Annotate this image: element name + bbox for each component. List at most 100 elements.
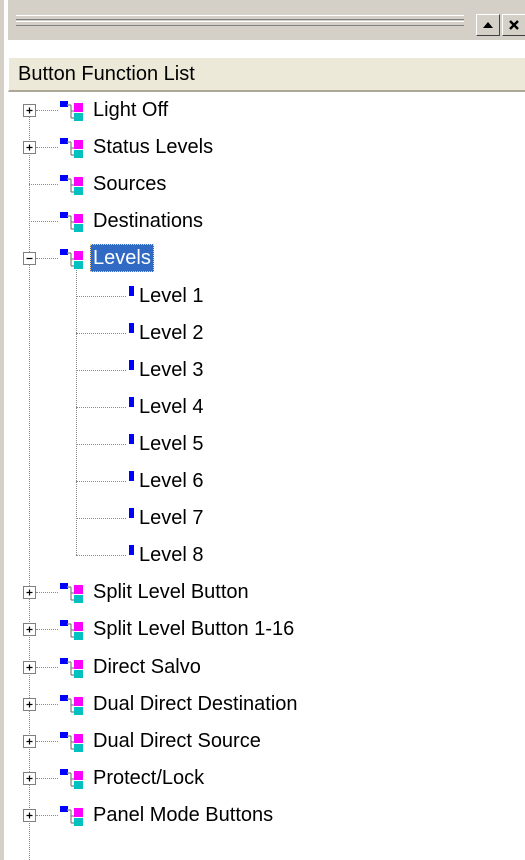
tree-connector (76, 370, 126, 371)
tree-connector (36, 704, 58, 705)
plus-icon (26, 738, 33, 745)
tree-item[interactable]: Panel Mode Buttons (8, 797, 525, 834)
plus-icon (26, 701, 33, 708)
tree-child-item[interactable]: Level 6 (8, 463, 525, 500)
tree-item[interactable]: Sources (8, 166, 525, 203)
plus-icon (26, 812, 33, 819)
tree-connector (76, 518, 126, 519)
triangle-up-icon (483, 22, 493, 28)
collapse-toggle[interactable] (23, 252, 36, 265)
plus-icon (26, 775, 33, 782)
tree-child-label: Level 3 (139, 359, 204, 381)
function-node-icon (60, 583, 83, 603)
tree-item-label: Light Off (93, 99, 169, 121)
tree-child-label: Level 8 (139, 544, 204, 566)
tree-item-label: Protect/Lock (93, 767, 205, 789)
tree-child-item[interactable]: Level 2 (8, 315, 525, 352)
tree-child-item[interactable]: Level 1 (8, 278, 525, 315)
tree-item[interactable]: Dual Direct Destination (8, 686, 525, 723)
level-icon (129, 434, 134, 444)
expand-toggle[interactable] (23, 661, 36, 674)
function-node-icon (60, 806, 83, 826)
tree-child-item[interactable]: Level 8 (8, 537, 525, 574)
tree-item-label: Levels (90, 244, 154, 272)
level-icon (129, 323, 134, 333)
tree-item[interactable]: Split Level Button (8, 574, 525, 611)
tree-connector (36, 778, 58, 779)
list-header[interactable]: Button Function List (8, 56, 525, 92)
expand-toggle[interactable] (23, 735, 36, 748)
function-node-icon (60, 620, 83, 640)
expand-toggle[interactable] (23, 623, 36, 636)
tree-child-label: Level 7 (139, 507, 204, 529)
tree-item-label: Dual Direct Source (93, 730, 261, 752)
tree-connector (36, 815, 58, 816)
tree-child-item[interactable]: Level 5 (8, 426, 525, 463)
x-icon (509, 20, 519, 30)
expand-toggle[interactable] (23, 586, 36, 599)
tree-connector (76, 555, 126, 556)
list-header-title: Button Function List (18, 63, 195, 85)
function-node-icon (60, 101, 83, 121)
tree-child-label: Level 2 (139, 322, 204, 344)
tree-connector (36, 147, 58, 148)
plus-icon (26, 664, 33, 671)
level-icon (129, 397, 134, 407)
tree-connector (36, 741, 58, 742)
expand-toggle[interactable] (23, 809, 36, 822)
tree-child-label: Level 6 (139, 470, 204, 492)
tree-connector (36, 667, 58, 668)
tree-item[interactable]: Dual Direct Source (8, 723, 525, 760)
tree-item-label: Status Levels (93, 136, 214, 158)
scroll-up-button[interactable] (476, 14, 500, 36)
function-node-icon (60, 732, 83, 752)
tree-connector (76, 481, 126, 482)
tree-item[interactable]: Split Level Button 1-16 (8, 611, 525, 648)
tree-child-item[interactable]: Level 7 (8, 500, 525, 537)
tree-item[interactable]: Destinations (8, 203, 525, 240)
plus-icon (26, 589, 33, 596)
tree-connector (29, 184, 58, 185)
function-tree[interactable]: Light Off Status Levels Sources Destination… (8, 92, 525, 860)
tree-child-connector (76, 270, 77, 555)
tree-item[interactable]: Protect/Lock (8, 760, 525, 797)
tree-connector (76, 407, 126, 408)
tree-item-label: Panel Mode Buttons (93, 804, 274, 826)
tree-item[interactable]: Status Levels (8, 129, 525, 166)
function-node-icon (60, 249, 83, 269)
drag-grip-lower[interactable] (16, 21, 464, 26)
level-icon (129, 471, 134, 481)
minus-icon (26, 257, 33, 260)
tree-connector (36, 110, 58, 111)
tree-connector (36, 629, 58, 630)
expand-toggle[interactable] (23, 698, 36, 711)
button-function-list-panel: Button Function List Light Off Status Lev… (0, 0, 525, 860)
tree-child-item[interactable]: Level 3 (8, 352, 525, 389)
tree-item[interactable]: Levels (8, 240, 525, 277)
drag-grip[interactable] (16, 15, 464, 20)
expand-toggle[interactable] (23, 104, 36, 117)
function-node-icon (60, 695, 83, 715)
tree-item-label: Destinations (93, 210, 204, 232)
tree-item-label: Split Level Button 1-16 (93, 618, 295, 640)
close-button[interactable] (502, 14, 525, 36)
function-node-icon (60, 769, 83, 789)
tree-child-item[interactable]: Level 4 (8, 389, 525, 426)
tree-child-label: Level 5 (139, 433, 204, 455)
function-node-icon (60, 175, 83, 195)
expand-toggle[interactable] (23, 141, 36, 154)
plus-icon (26, 107, 33, 114)
dock-title-bar[interactable] (8, 0, 525, 40)
tree-connector (36, 592, 58, 593)
tree-connector (29, 221, 58, 222)
tree-child-label: Level 4 (139, 396, 204, 418)
function-node-icon (60, 658, 83, 678)
tree-item-label: Direct Salvo (93, 656, 201, 678)
tree-item[interactable]: Light Off (8, 92, 525, 129)
level-icon (129, 545, 134, 555)
tree-item[interactable]: Direct Salvo (8, 649, 525, 686)
plus-icon (26, 626, 33, 633)
level-icon (129, 508, 134, 518)
expand-toggle[interactable] (23, 772, 36, 785)
tree-child-label: Level 1 (139, 285, 204, 307)
